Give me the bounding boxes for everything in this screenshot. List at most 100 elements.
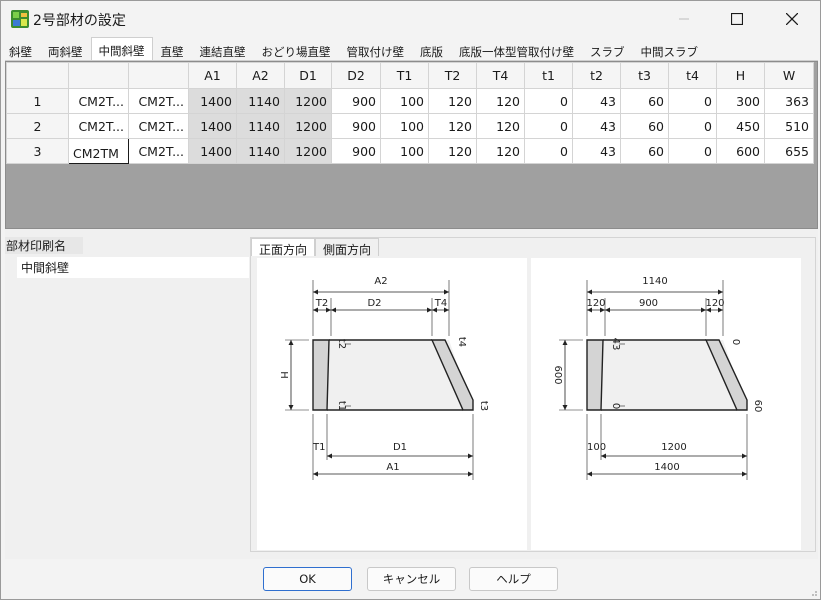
table-row[interactable]: 3 CM2TM CM2T... 1400 1140 1200 900 100 120 120 0 43… xyxy=(6,138,814,164)
table-cell[interactable]: 100 xyxy=(380,138,429,164)
table-cell[interactable]: 0 xyxy=(524,138,573,164)
tab-front-direction[interactable]: 正面方向 xyxy=(251,238,316,257)
symbolic-shape xyxy=(313,289,318,295)
symbolic-shape xyxy=(313,471,318,477)
tab-pipe-wall[interactable]: 管取付け壁 xyxy=(339,39,413,60)
table-cell[interactable]: 100 xyxy=(380,88,429,114)
table-cell[interactable]: 43 xyxy=(572,88,621,114)
column-header[interactable] xyxy=(6,62,69,89)
column-header[interactable]: A2 xyxy=(236,62,285,89)
table-cell[interactable]: 655 xyxy=(764,138,814,164)
value-label-A2: 1140 xyxy=(642,276,667,287)
table-cell[interactable]: 120 xyxy=(428,113,477,139)
column-header[interactable]: W xyxy=(764,62,814,89)
cancel-button[interactable]: キャンセル xyxy=(367,567,456,591)
column-header[interactable]: T1 xyxy=(380,62,429,89)
table-cell[interactable]: 100 xyxy=(380,113,429,139)
row-header[interactable]: 2 xyxy=(6,113,69,139)
table-cell[interactable]: 43 xyxy=(572,113,621,139)
column-header[interactable]: T2 xyxy=(428,62,477,89)
table-cell[interactable]: 900 xyxy=(331,113,381,139)
table-cell[interactable]: 1400 xyxy=(188,88,237,114)
value-label-T1: 100 xyxy=(587,442,606,453)
table-cell[interactable]: CM2T... xyxy=(128,138,189,164)
table-cell[interactable]: 1200 xyxy=(284,113,332,139)
table-cell[interactable]: 1140 xyxy=(236,138,285,164)
column-header[interactable] xyxy=(128,62,189,89)
table-cell[interactable]: 120 xyxy=(428,138,477,164)
table-cell[interactable]: 120 xyxy=(428,88,477,114)
tab-integrated-pipe-wall[interactable]: 底版一体型管取付け壁 xyxy=(451,39,582,60)
tab-side-direction[interactable]: 側面方向 xyxy=(315,238,380,257)
column-header[interactable]: T4 xyxy=(476,62,525,89)
table-cell[interactable]: 1400 xyxy=(188,138,237,164)
table-cell[interactable]: 300 xyxy=(716,88,765,114)
tab-middle-sloped-wall[interactable]: 中間斜壁 xyxy=(90,37,153,60)
table-cell[interactable]: 0 xyxy=(668,113,717,139)
minimize-button[interactable] xyxy=(661,1,707,37)
value-shape xyxy=(742,453,747,459)
column-header[interactable]: t2 xyxy=(572,62,621,89)
table-row[interactable]: 1 CM2T... CM2T... 1400 1140 1200 900 100 120 120 0… xyxy=(6,88,814,114)
dialog-window: 2号部材の設定 斜壁 両斜壁 中間斜壁 直壁 連結直壁 おどり場直壁 管取付け壁… xyxy=(0,0,821,600)
column-header[interactable]: D1 xyxy=(284,62,332,89)
table-cell[interactable]: 60 xyxy=(620,88,669,114)
table-cell[interactable]: CM2T... xyxy=(68,113,129,139)
table-cell[interactable]: 1140 xyxy=(236,88,285,114)
symbolic-label-T4: T4 xyxy=(434,298,447,309)
tab-connected-straight-wall[interactable]: 連結直壁 xyxy=(192,39,254,60)
column-header[interactable]: t3 xyxy=(620,62,669,89)
table-cell[interactable]: 450 xyxy=(716,113,765,139)
help-button[interactable]: ヘルプ xyxy=(469,567,558,591)
table-cell[interactable]: 900 xyxy=(331,88,381,114)
table-cell[interactable]: 0 xyxy=(668,88,717,114)
table-cell[interactable]: 43 xyxy=(572,138,621,164)
table-cell[interactable]: 1140 xyxy=(236,113,285,139)
symbolic-shape xyxy=(331,307,336,313)
table-cell[interactable]: 900 xyxy=(331,138,381,164)
table-cell[interactable]: 600 xyxy=(716,138,765,164)
table-cell[interactable]: CM2T... xyxy=(128,113,189,139)
parameter-grid-area: A1 A2 D1 D2 T1 T2 T4 t1 t2 t3 t4 H W 1 CM2T... CM2T...… xyxy=(5,61,818,229)
table-cell[interactable]: 120 xyxy=(476,113,525,139)
tab-sloped-wall[interactable]: 斜壁 xyxy=(1,39,40,60)
row-header[interactable]: 3 xyxy=(6,138,69,164)
table-cell[interactable]: 0 xyxy=(668,138,717,164)
column-header[interactable]: t1 xyxy=(524,62,573,89)
close-button[interactable] xyxy=(769,1,815,37)
table-cell[interactable]: 0 xyxy=(524,88,573,114)
tab-double-sloped-wall[interactable]: 両斜壁 xyxy=(40,39,91,60)
table-cell[interactable]: CM2TM xyxy=(68,138,129,164)
table-cell[interactable]: 120 xyxy=(476,88,525,114)
table-cell[interactable]: CM2T... xyxy=(68,88,129,114)
table-cell[interactable]: 60 xyxy=(620,113,669,139)
tab-base-slab[interactable]: 底版 xyxy=(412,39,451,60)
maximize-button[interactable] xyxy=(714,1,760,37)
table-cell[interactable]: 510 xyxy=(764,113,814,139)
table-cell[interactable]: 120 xyxy=(476,138,525,164)
table-cell[interactable]: 60 xyxy=(620,138,669,164)
symbolic-shape xyxy=(288,340,294,345)
column-header[interactable]: t4 xyxy=(668,62,717,89)
table-cell[interactable]: CM2T... xyxy=(128,88,189,114)
resize-grip-icon[interactable] xyxy=(808,587,818,597)
column-header[interactable] xyxy=(68,62,129,89)
ok-button[interactable]: OK xyxy=(263,567,352,591)
table-row[interactable]: 2 CM2T... CM2T... 1400 1140 1200 900 100 120 120 0… xyxy=(6,113,814,139)
tab-middle-slab[interactable]: 中間スラブ xyxy=(633,39,707,60)
symbolic-shape xyxy=(468,471,473,477)
table-cell[interactable]: 0 xyxy=(524,113,573,139)
table-cell[interactable]: 1400 xyxy=(188,113,237,139)
row-header[interactable]: 1 xyxy=(6,88,69,114)
column-header[interactable]: D2 xyxy=(331,62,381,89)
print-name-input[interactable] xyxy=(17,257,249,278)
tab-straight-wall[interactable]: 直壁 xyxy=(153,39,192,60)
table-cell[interactable]: 1200 xyxy=(284,138,332,164)
column-header[interactable]: A1 xyxy=(188,62,237,89)
tab-landing-straight-wall[interactable]: おどり場直壁 xyxy=(254,39,339,60)
column-header[interactable]: H xyxy=(716,62,765,89)
table-cell[interactable]: 1200 xyxy=(284,88,332,114)
tab-slab[interactable]: スラブ xyxy=(582,39,633,60)
table-cell[interactable]: 363 xyxy=(764,88,814,114)
value-shape xyxy=(605,307,610,313)
